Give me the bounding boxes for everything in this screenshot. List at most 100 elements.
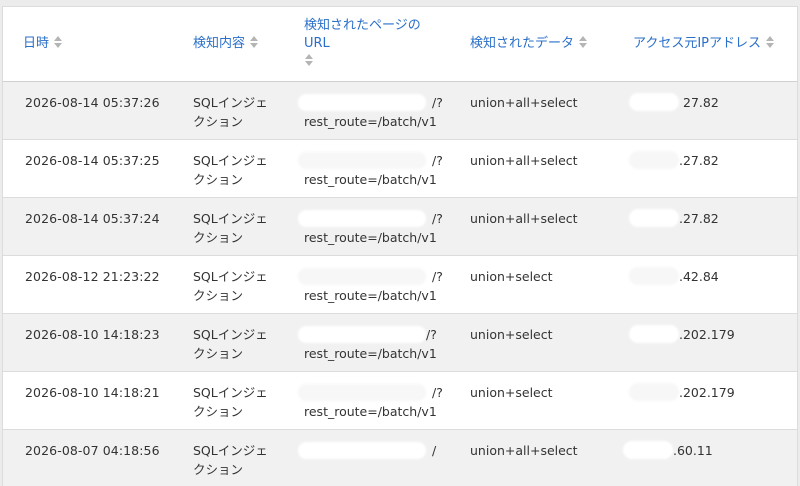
column-header-source-ip[interactable]: アクセス元IPアドレス [613,7,797,82]
cell-url: / [282,429,448,486]
cell-text: SQLインジェ [193,384,268,400]
column-header-label: 検知されたデータ [470,35,575,51]
column-header-datetime[interactable]: 日時 [3,7,171,82]
column-header-label: URL [304,36,330,51]
table-row: 2026-08-07 04:18:56 SQLインジェ クション / union+… [3,429,797,486]
cell-text: SQLインジェ [193,94,268,110]
cell-url: /? rest_route=/batch/v1 [282,81,448,139]
redacted-mask [623,440,673,459]
cell-datetime: 2026-08-12 21:23:22 [25,268,160,284]
url-route: rest_route=/batch/v1 [304,287,437,303]
url-tail: /? [432,94,443,110]
redacted-mask [298,209,426,227]
table-row: 2026-08-14 05:37:26 SQLインジェ クション /? rest_r… [3,81,797,139]
column-header-detected-data[interactable]: 検知されたデータ [448,7,613,82]
sort-icon[interactable] [250,36,259,49]
cell-url: /? rest_route=/batch/v1 [282,197,448,255]
cell-source-ip: .27.82 [613,197,797,255]
column-header-label: 日時 [23,35,50,51]
url-route: rest_route=/batch/v1 [304,345,437,361]
cell-datetime: 2026-08-07 04:18:56 [25,442,160,458]
column-header-label: アクセス元IPアドレス [633,35,762,51]
column-header-detection-type[interactable]: 検知内容 [171,7,282,82]
url-tail: /? [426,326,437,342]
cell-source-ip: .27.82 [613,139,797,197]
cell-source-ip: .42.84 [613,255,797,313]
cell-text: クション [193,171,244,187]
cell-detection-type: SQLインジェ クション [171,429,282,486]
cell-text: SQLインジェ [193,442,268,458]
cell-text: クション [193,229,244,245]
table-body: 2026-08-14 05:37:26 SQLインジェ クション /? rest_r… [3,81,797,486]
column-header-detected-url[interactable]: 検知されたページの URL [282,7,448,82]
cell-url: /? rest_route=/batch/v1 [282,313,448,371]
cell-datetime: 2026-08-10 14:18:21 [25,384,160,400]
cell-url: /? rest_route=/batch/v1 [282,139,448,197]
redacted-mask [629,208,679,227]
detection-log-panel: 日時 検知内容 検知されたページの URL 検知されたデータ アクセス元IPアド… [2,6,798,486]
detection-log-table: 日時 検知内容 検知されたページの URL 検知されたデータ アクセス元IPアド… [3,7,797,486]
cell-detection-type: SQLインジェ クション [171,313,282,371]
cell-text: SQLインジェ [193,268,268,284]
cell-detected-data: union+all+select [470,152,578,168]
column-header-label: 検知されたページの [304,18,421,33]
url-tail: /? [432,152,443,168]
table-row: 2026-08-14 05:37:24 SQLインジェ クション /? rest_r… [3,197,797,255]
sort-icon[interactable] [766,36,775,49]
cell-detected-data: union+select [470,384,553,400]
url-tail: / [432,442,437,458]
url-route: rest_route=/batch/v1 [304,171,437,187]
redacted-mask [298,383,426,401]
cell-detection-type: SQLインジェ クション [171,255,282,313]
cell-detected-data: union+select [470,268,553,284]
url-route: rest_route=/batch/v1 [304,403,437,419]
redacted-mask [298,267,426,285]
url-route: rest_route=/batch/v1 [304,229,437,245]
redacted-mask [629,92,679,111]
ip-text: .202.179 [679,384,735,400]
cell-text: クション [193,345,244,361]
ip-text: .27.82 [679,210,719,226]
redacted-mask [298,151,426,169]
cell-datetime: 2026-08-10 14:18:23 [25,326,160,342]
table-row: 2026-08-10 14:18:23 SQLインジェ クション /? rest_r… [3,313,797,371]
sort-icon[interactable] [305,54,313,66]
cell-source-ip: .202.179 [613,371,797,429]
cell-detection-type: SQLインジェ クション [171,371,282,429]
cell-datetime: 2026-08-14 05:37:26 [25,94,160,110]
sort-icon[interactable] [579,36,588,49]
cell-source-ip: 27.82 [613,81,797,139]
url-route: rest_route=/batch/v1 [304,113,437,129]
cell-detected-data: union+select [470,326,553,342]
cell-detected-data: union+all+select [470,442,578,458]
redacted-mask [298,93,426,111]
cell-source-ip: .60.11 [613,429,797,486]
redacted-mask [629,324,679,343]
table-row: 2026-08-10 14:18:21 SQLインジェ クション /? rest_r… [3,371,797,429]
redacted-mask [629,150,679,169]
url-tail: /? [432,384,443,400]
table-header: 日時 検知内容 検知されたページの URL 検知されたデータ アクセス元IPアド… [3,7,797,82]
cell-text: クション [193,113,244,129]
cell-url: /? rest_route=/batch/v1 [282,255,448,313]
cell-detection-type: SQLインジェ クション [171,139,282,197]
cell-text: SQLインジェ [193,152,268,168]
ip-text: .42.84 [679,268,719,284]
redacted-mask [298,441,426,459]
column-header-label: 検知内容 [193,35,246,51]
redacted-mask [629,266,679,285]
cell-detected-data: union+all+select [470,210,578,226]
url-tail: /? [432,268,443,284]
cell-datetime: 2026-08-14 05:37:24 [25,210,160,226]
cell-text: SQLインジェ [193,326,268,342]
redacted-mask [629,382,679,401]
cell-url: /? rest_route=/batch/v1 [282,371,448,429]
ip-text: .27.82 [679,152,719,168]
cell-datetime: 2026-08-14 05:37:25 [25,152,160,168]
table-row: 2026-08-14 05:37:25 SQLインジェ クション /? rest_r… [3,139,797,197]
ip-text: .202.179 [679,326,735,342]
cell-source-ip: .202.179 [613,313,797,371]
redacted-mask [298,325,426,343]
cell-text: クション [193,403,244,419]
sort-icon[interactable] [54,36,63,49]
